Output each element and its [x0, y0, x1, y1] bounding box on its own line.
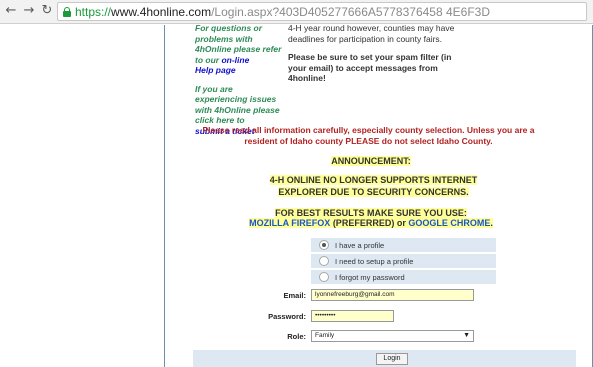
browser-toolbar: ← → ↻ https://www.4honline.com/Login.asp…	[0, 0, 593, 24]
password-field[interactable]: •••••••••	[311, 310, 394, 322]
option-setup-profile[interactable]: I need to setup a profile	[311, 254, 496, 268]
password-label: Password:	[268, 312, 306, 321]
option-label: I have a profile	[335, 241, 385, 250]
help-page-link[interactable]: Help page	[195, 65, 236, 75]
lock-icon	[63, 7, 71, 17]
option-label: I need to setup a profile	[335, 257, 414, 266]
county-warning: Please read all information carefully, e…	[202, 125, 535, 146]
firefox-text: MOZILLA FIREFOX	[249, 218, 331, 228]
back-arrow-icon[interactable]: ←	[4, 3, 18, 19]
help-text-2: If you are experiencing issues with 4hOn…	[195, 83, 280, 126]
announcement-title: ANNOUNCEMENT:	[331, 156, 411, 166]
email-label: Email:	[283, 291, 306, 300]
chrome-text: GOOGLE CHROME	[408, 218, 491, 228]
role-select[interactable]: Family ▼	[311, 330, 474, 342]
login-bar: Login	[193, 350, 576, 367]
url-host: www.4honline.com	[111, 5, 212, 19]
url-path: /Login.aspx?403D405277666A5778376458 4E6…	[211, 5, 490, 19]
option-forgot-password[interactable]: I forgot my password	[311, 270, 496, 284]
url-text[interactable]: https://www.4honline.com/Login.aspx?403D…	[75, 5, 490, 19]
forward-arrow-icon[interactable]: →	[22, 3, 36, 19]
left-pane	[0, 25, 165, 367]
announcement-ie: 4-H ONLINE NO LONGER SUPPORTS INTERNET E…	[269, 175, 478, 197]
role-value: Family	[315, 332, 335, 339]
notice-column: 4-H year round however, counties may hav…	[288, 25, 458, 84]
announcement-browsers: MOZILLA FIREFOX (PREFERRED) or GOOGLE CH…	[249, 218, 493, 228]
url-scheme: https://	[75, 5, 112, 19]
radio-have-profile[interactable]	[319, 240, 329, 250]
option-have-profile[interactable]: I have a profile	[311, 238, 496, 252]
radio-setup-profile[interactable]	[319, 256, 329, 266]
login-page-content: For questions or problems with 4hOnline …	[166, 25, 593, 367]
notice-text-1: 4-H year round however, counties may hav…	[288, 25, 455, 44]
chevron-down-icon: ▼	[463, 332, 470, 339]
role-label: Role:	[287, 332, 306, 341]
radio-forgot-password[interactable]	[319, 272, 329, 282]
notice-text-2: Please be sure to set your spam filter (…	[288, 52, 452, 83]
online-link[interactable]: on-line	[221, 55, 249, 65]
reload-icon[interactable]: ↻	[40, 3, 54, 19]
login-button[interactable]: Login	[376, 353, 408, 365]
option-label: I forgot my password	[335, 273, 405, 282]
address-bar[interactable]: https://www.4honline.com/Login.aspx?403D…	[57, 2, 587, 21]
email-field[interactable]: lyonnefreeburg@gmail.com	[311, 289, 474, 301]
